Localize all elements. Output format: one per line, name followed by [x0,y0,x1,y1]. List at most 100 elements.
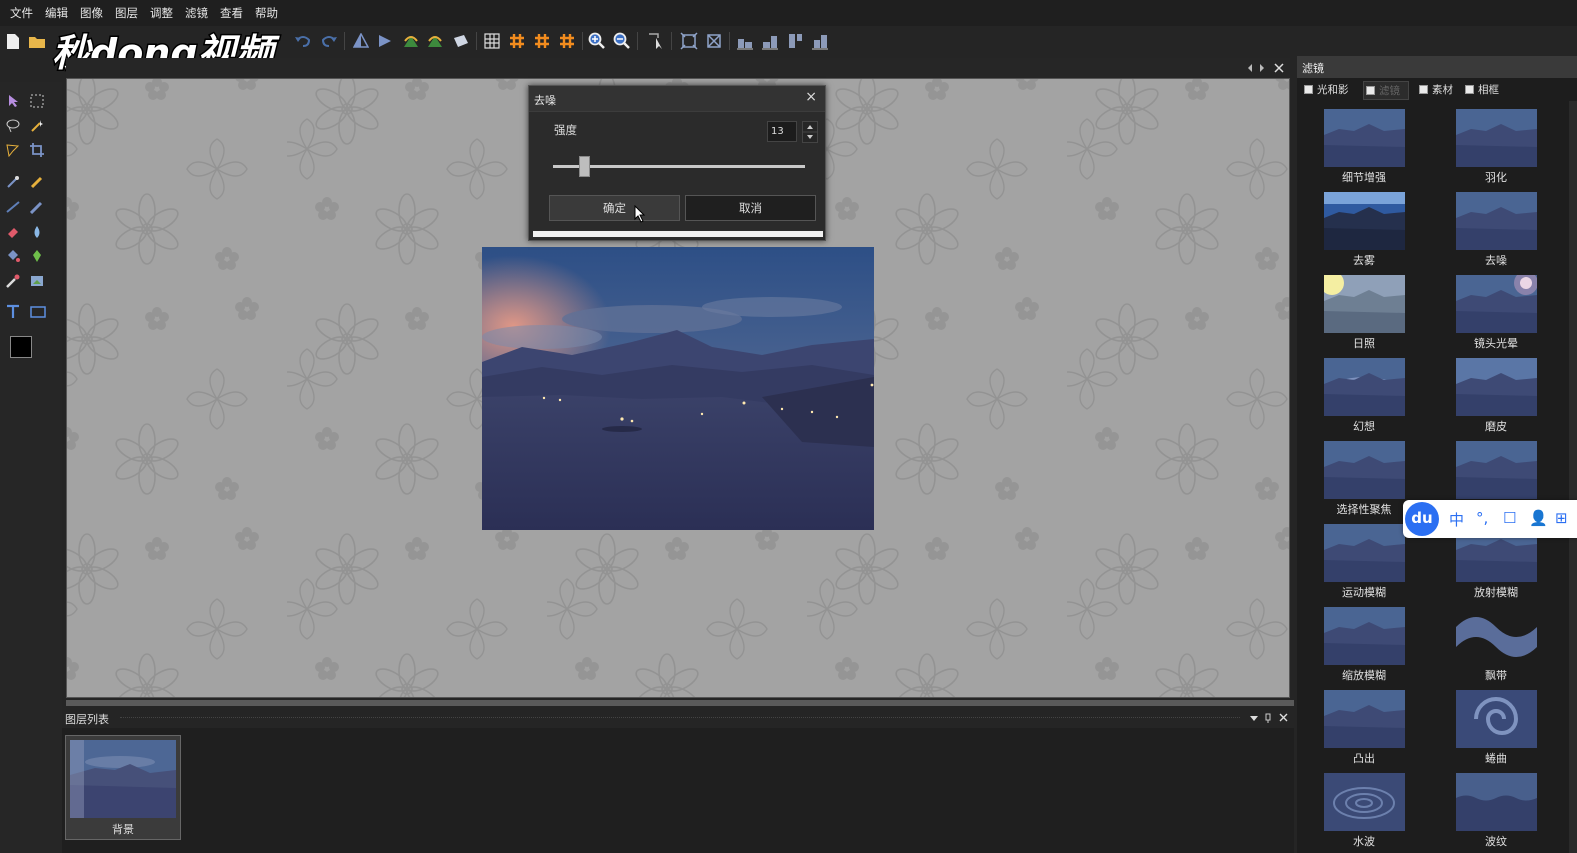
filter-label: 运动模糊 [1342,586,1386,599]
flip-horizontal-icon[interactable] [374,30,396,52]
fill-bucket-tool-icon[interactable] [3,246,23,266]
progress-bar [533,231,823,237]
align-top-icon[interactable] [784,30,806,52]
rotate-right-icon[interactable] [424,30,446,52]
filter-thumbnail [1456,192,1537,250]
filter-label: 水波 [1353,835,1375,848]
filter-label: 去雾 [1353,254,1375,267]
polygon-lasso-tool-icon[interactable] [3,140,23,160]
strength-input[interactable] [767,121,797,142]
filter-panel-scrollbar[interactable] [1569,101,1577,853]
rect-select-tool-icon[interactable] [27,91,47,111]
tab-materials[interactable]: 素材 [1417,81,1453,100]
filter-label: 蜷曲 [1485,752,1507,765]
filter-label: 日照 [1353,337,1375,350]
strength-slider-track[interactable] [553,165,805,168]
filter-thumbnail [1324,773,1405,831]
line-tool-icon[interactable] [3,197,23,217]
flip-vertical-icon[interactable] [350,30,372,52]
dialog-title-bar[interactable]: 去噪 × [529,86,825,112]
clone-tool-icon[interactable] [3,271,23,291]
eyedropper-tool-icon[interactable] [3,172,23,192]
ime-punctuation[interactable]: °, [1476,509,1488,527]
redo-icon[interactable] [318,30,340,52]
new-file-icon[interactable] [2,30,24,52]
filter-item[interactable]: 幻想 [1304,358,1424,440]
filter-item[interactable]: 飘带 [1436,607,1556,689]
tab-light-shadow[interactable]: 光和影 [1302,81,1349,100]
layer-panel-title: 图层列表 [65,713,109,726]
crop-fit-icon[interactable] [678,30,700,52]
filter-item[interactable]: 蜷曲 [1436,690,1556,772]
eraser-tool-icon[interactable] [3,222,23,242]
zoom-in-icon[interactable] [586,30,608,52]
lasso-tool-icon[interactable] [3,116,23,136]
strength-stepper[interactable] [802,121,818,143]
ime-toolbar: du 中 °, ☐ 👤 ⊞ [1403,500,1577,538]
select-pointer-icon[interactable] [645,30,667,52]
grid-orange-2-icon[interactable] [531,30,553,52]
rotate-left-icon[interactable] [400,30,422,52]
magic-wand-tool-icon[interactable] [27,116,47,136]
filter-item[interactable]: 去雾 [1304,192,1424,274]
gradient-tool-icon[interactable] [27,271,47,291]
crop-tool-icon[interactable] [27,140,47,160]
filter-item[interactable]: 凸出 [1304,690,1424,772]
ime-logo[interactable]: du [1405,502,1439,536]
open-folder-icon[interactable] [26,30,48,52]
strength-slider-handle[interactable] [579,156,590,177]
filter-label: 去噪 [1485,254,1507,267]
blur-tool-icon[interactable] [27,222,47,242]
filter-item[interactable]: 缩放模糊 [1304,607,1424,689]
ime-keyboard-icon[interactable]: ☐ [1503,509,1516,527]
pencil-tool-icon[interactable] [27,172,47,192]
filter-item[interactable]: 水波 [1304,773,1424,853]
layer-item[interactable]: 背景 [65,735,181,840]
menu-file[interactable]: 文件 [4,0,39,26]
align-bottom-left-icon[interactable] [734,30,756,52]
filter-thumbnail [1324,109,1405,167]
strength-label: 强度 [554,123,577,137]
tab-filters[interactable]: 滤镜 [1363,81,1409,100]
filter-label: 缩放模糊 [1342,669,1386,682]
canvas-horizontal-scrollbar[interactable] [66,700,1294,706]
shape-tool-icon[interactable] [28,302,48,322]
ime-user-icon[interactable]: 👤 [1529,509,1548,527]
filter-label: 波纹 [1485,835,1507,848]
filter-item[interactable]: 镜头光晕 [1436,275,1556,357]
filter-item[interactable]: 去噪 [1436,192,1556,274]
denoise-dialog: 去噪 × 强度 确定 取消 [528,85,826,241]
crop-actual-icon[interactable] [703,30,725,52]
grid-orange-3-icon[interactable] [556,30,578,52]
ime-chinese-mode[interactable]: 中 [1449,509,1464,530]
brush-tool-icon[interactable] [27,197,47,217]
filter-thumbnail [1324,358,1405,416]
ime-menu-icon[interactable]: ⊞ [1555,509,1568,527]
foreground-color-swatch[interactable] [10,336,32,358]
filter-thumbnail [1324,192,1405,250]
ok-button[interactable]: 确定 [549,195,680,221]
tab-frames[interactable]: 相框 [1463,81,1499,100]
sharpen-tool-icon[interactable] [27,246,47,266]
filter-item[interactable]: 日照 [1304,275,1424,357]
cancel-button[interactable]: 取消 [685,195,816,221]
close-icon[interactable]: × [805,89,817,105]
filter-label: 羽化 [1485,171,1507,184]
undo-icon[interactable] [292,30,314,52]
rotate-free-icon[interactable] [450,30,472,52]
filter-item[interactable]: 羽化 [1436,109,1556,191]
zoom-out-icon[interactable] [611,30,633,52]
filter-label: 放射模糊 [1474,586,1518,599]
filter-item[interactable]: 细节增强 [1304,109,1424,191]
grid-icon[interactable] [481,30,503,52]
canvas-image[interactable] [482,247,874,530]
filter-item[interactable]: 磨皮 [1436,358,1556,440]
layer-name: 背景 [112,823,134,836]
filter-label: 飘带 [1485,669,1507,682]
align-bottom-icon[interactable] [809,30,831,52]
align-bottom-right-icon[interactable] [759,30,781,52]
grid-orange-1-icon[interactable] [506,30,528,52]
move-tool-icon[interactable] [3,91,23,111]
text-tool-icon[interactable] [3,302,23,322]
filter-item[interactable]: 波纹 [1436,773,1556,853]
